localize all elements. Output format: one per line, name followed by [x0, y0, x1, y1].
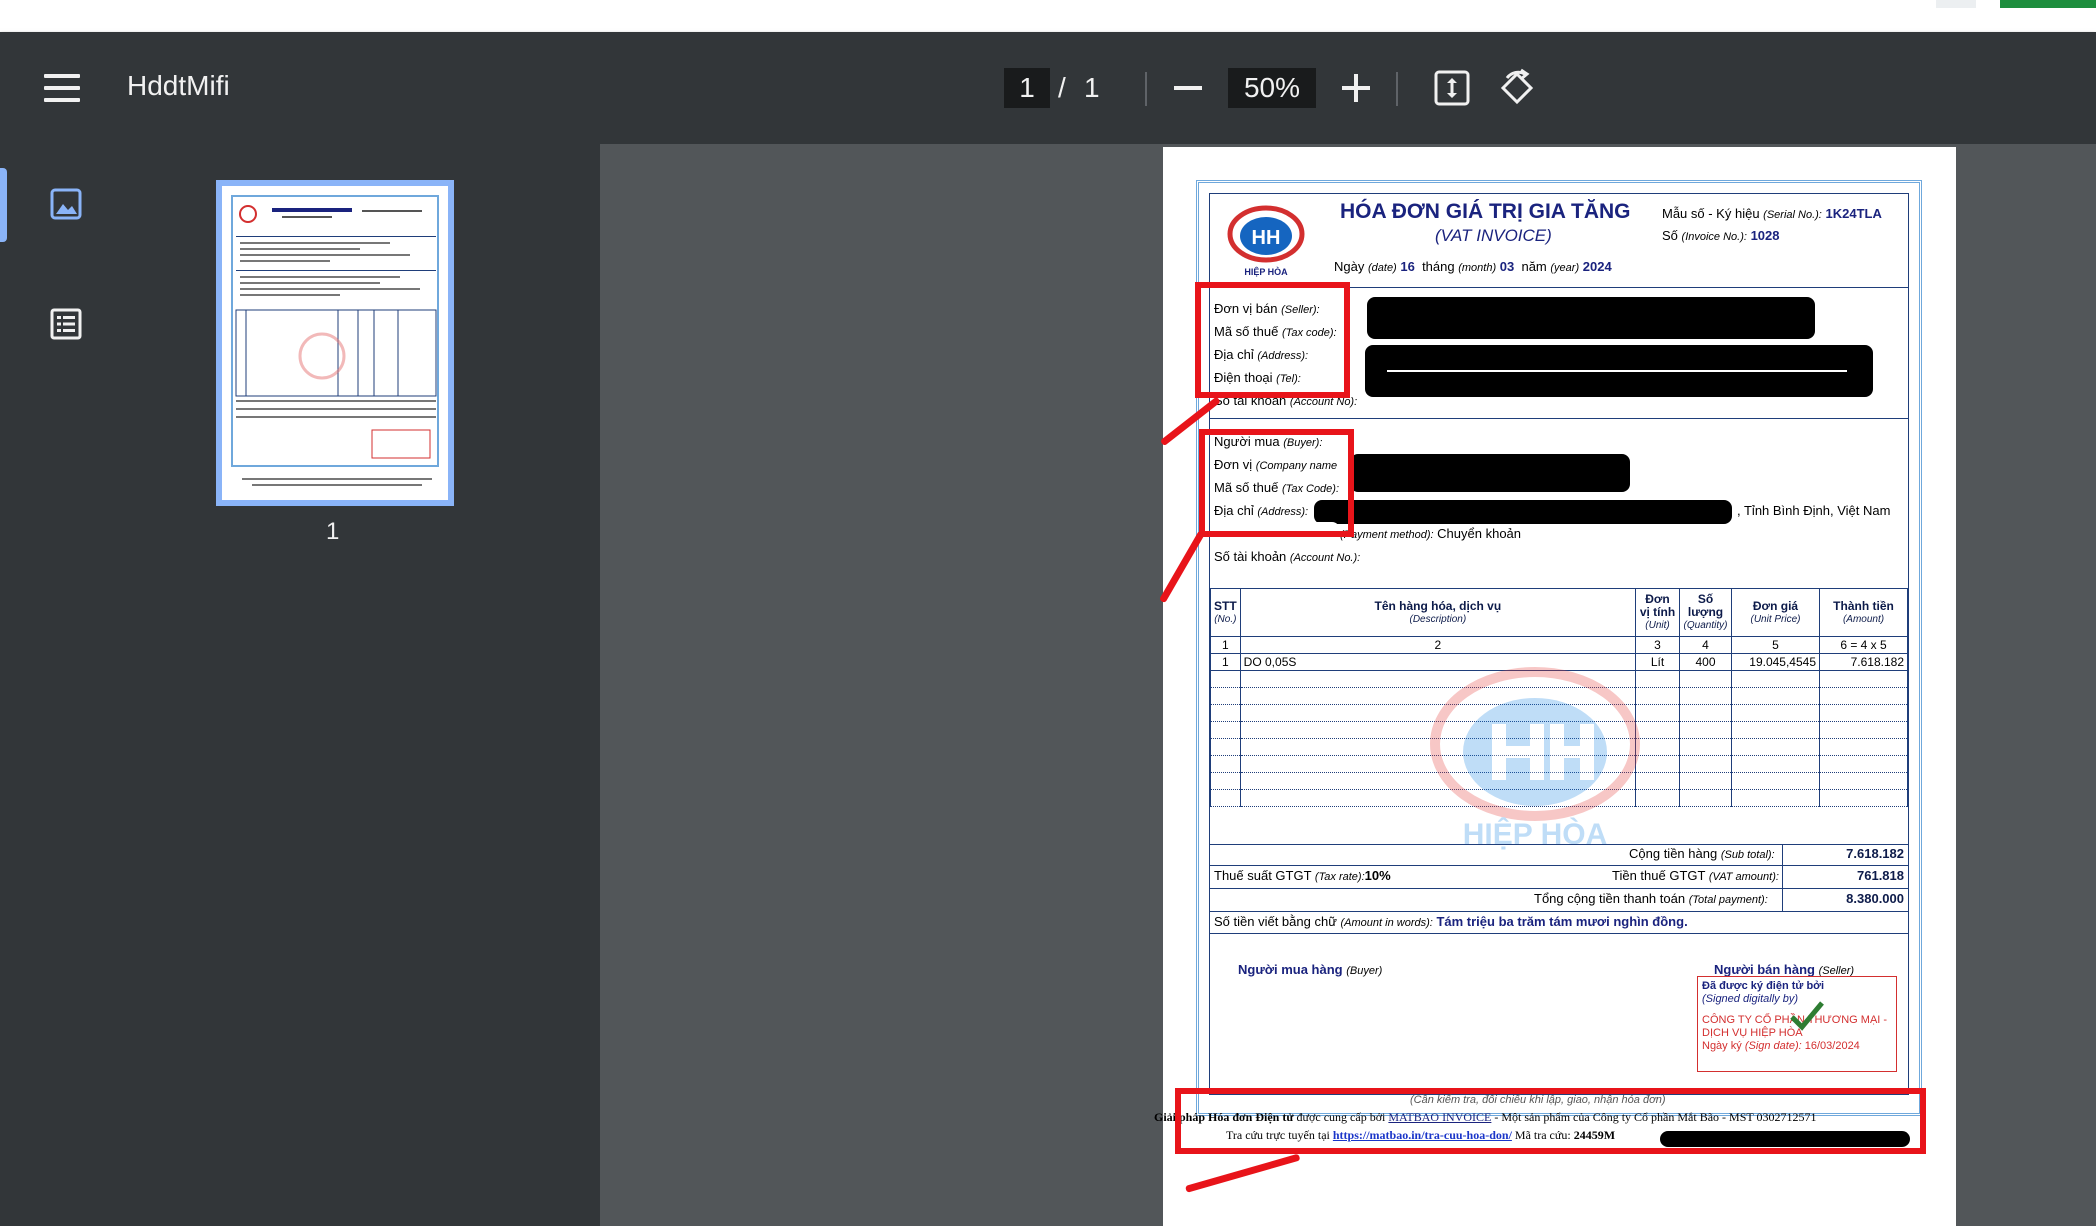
document-title: HddtMifi — [127, 70, 230, 101]
buyer-signature-label: Người mua hàng (Buyer) — [1238, 962, 1383, 977]
menu-icon[interactable] — [44, 74, 80, 102]
invoice-number-row: Số (Invoice No.): 1028 — [1662, 228, 1780, 243]
buyer-address-redaction — [1314, 500, 1732, 524]
payment-method: (Payment method): Chuyển khoản — [1340, 526, 1522, 541]
zoom-in-icon[interactable] — [1342, 74, 1370, 102]
divider — [1210, 933, 1908, 934]
seller-address-redaction — [1365, 345, 1873, 397]
column-header: Số lượng (Quantity) — [1679, 588, 1732, 637]
total-pages: 1 — [1084, 72, 1100, 103]
column-header: Đơn giá (Unit Price) — [1731, 588, 1820, 637]
serial-row: Mẫu số - Ký hiệu (Serial No.): 1K24TLA — [1662, 206, 1882, 221]
row-quantity: 400 — [1679, 653, 1732, 671]
invoice-title: HÓA ĐƠN GIÁ TRỊ GIA TĂNG — [1340, 200, 1631, 223]
seller-signature-label: Người bán hàng (Seller) — [1714, 962, 1855, 977]
row-amount: 7.618.182 — [1819, 653, 1908, 671]
browser-top-strip — [0, 0, 2096, 32]
outline-icon[interactable] — [50, 308, 82, 340]
buyer-account-label: Số tài khoản (Account No.): — [1214, 549, 1361, 564]
zoom-out-icon[interactable] — [1174, 86, 1202, 90]
digital-signature-box: Đã được ký điện tử bởi (Signed digitally… — [1697, 976, 1897, 1072]
toolbar-divider — [1145, 72, 1147, 106]
subtotal-label: Cộng tiền hàng (Sub total): — [1629, 846, 1775, 861]
divider — [1210, 418, 1908, 419]
vat-amount-label: Tiền thuế GTGT (VAT amount): — [1612, 868, 1779, 883]
tax-rate: Thuế suất GTGT (Tax rate):10% — [1214, 868, 1391, 883]
rotate-icon[interactable] — [1497, 68, 1537, 108]
table-header-row: STT (No.) Tên hàng hóa, dịch vụ (Descripti… — [1210, 588, 1908, 637]
browser-green-button[interactable] — [2000, 0, 2096, 8]
column-header: STT (No.) — [1210, 588, 1241, 637]
pdf-toolbar: HddtMifi 1 / 1 50% — [0, 32, 2096, 144]
thumbnail-page-number: 1 — [326, 518, 340, 545]
column-header: Đơn vị tính (Unit) — [1635, 588, 1680, 637]
annotation-box-seller — [1195, 282, 1350, 398]
column-header: Tên hàng hóa, dịch vụ (Description) — [1239, 588, 1637, 637]
logo-text: HIỆP HÒA — [1244, 267, 1288, 277]
page-thumbnail[interactable] — [216, 180, 454, 506]
logo-initials: HH — [1252, 227, 1281, 249]
buyer-company-redaction — [1350, 454, 1630, 492]
company-logo: HH HIỆP HÒA — [1226, 204, 1306, 277]
annotation-box-footer — [1175, 1088, 1926, 1154]
annotation-box-buyer — [1199, 429, 1354, 537]
active-indicator — [0, 168, 7, 242]
column-number-row: 1 2 3 4 5 6 = 4 x 5 — [1210, 636, 1908, 654]
watermark-logo: HIỆP HÒA — [1430, 664, 1640, 854]
column-header: Thành tiền (Amount) — [1819, 588, 1908, 637]
amount-in-words: Số tiền viết bằng chữ (Amount in words):… — [1214, 914, 1688, 929]
buyer-address-tail: , Tỉnh Bình Định, Việt Nam — [1737, 503, 1891, 518]
subtotal-value: 7.618.182 — [1846, 846, 1904, 861]
browser-button[interactable] — [1936, 0, 1976, 8]
row-unit: Lít — [1635, 653, 1680, 671]
total-label: Tổng cộng tiền thanh toán (Total payment… — [1534, 891, 1768, 906]
watermark-text: HIỆP HÒA — [1463, 817, 1607, 851]
toolbar-divider — [1396, 72, 1398, 106]
row-unit-price: 19.045,4545 — [1731, 653, 1820, 671]
page-number-input[interactable]: 1 — [1004, 68, 1050, 108]
total-value: 8.380.000 — [1846, 891, 1904, 906]
seller-redaction — [1367, 297, 1815, 339]
fit-page-icon[interactable] — [1434, 70, 1470, 106]
zoom-level-input[interactable]: 50% — [1228, 68, 1316, 108]
vat-amount-value: 761.818 — [1857, 868, 1904, 883]
check-icon — [1790, 1001, 1824, 1031]
divider — [1210, 911, 1908, 912]
sidebar-icon-rail — [0, 144, 134, 1226]
divider — [1210, 888, 1908, 889]
thumbnails-icon[interactable] — [50, 188, 82, 220]
divider — [1210, 844, 1908, 845]
page-separator: / — [1058, 72, 1066, 103]
divider — [1210, 865, 1908, 866]
invoice-date: Ngày (date) 16 tháng (month) 03 năm (yea… — [1334, 259, 1612, 274]
thumbnail-sidebar: 1 — [0, 144, 600, 1226]
row-no: 1 — [1210, 653, 1241, 671]
invoice-subtitle: (VAT INVOICE) — [1435, 226, 1552, 245]
